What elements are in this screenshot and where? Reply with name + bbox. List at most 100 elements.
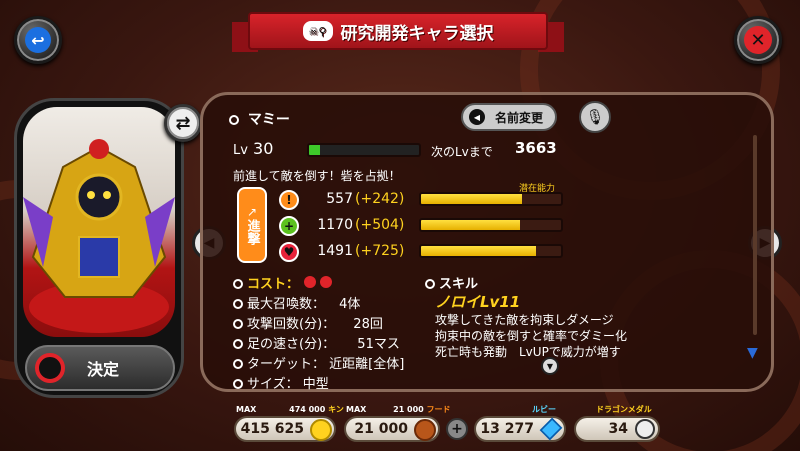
- coin-max-value: 474 000: [289, 405, 326, 414]
- swirl-bullet-icon: [233, 319, 243, 329]
- next-level-label: 次のLvまで: [431, 145, 493, 159]
- rename-label: 名前変更: [495, 110, 544, 125]
- cost-label: コスト：: [247, 277, 300, 292]
- coin-max-label: MAX: [236, 405, 257, 414]
- character-info-panel: マミー ◀ 名前変更 🎙 Lv 30 次のLvまで 3663 前進して敵を倒す！…: [200, 92, 774, 392]
- back-arrow-icon: ↩: [25, 27, 51, 53]
- scroll-down-icon[interactable]: ▼: [747, 345, 758, 361]
- attack-count-value: 28回: [353, 317, 383, 332]
- confirm-button[interactable]: 決定: [25, 345, 175, 391]
- stat-bar-fill: [421, 194, 522, 204]
- arrow-left-icon: ◀: [469, 109, 485, 125]
- size-label: サイズ：: [247, 377, 299, 392]
- level-progress-bar: [307, 143, 421, 157]
- speed-value: 51マス: [357, 337, 400, 352]
- dragon-medal-counter: 34: [574, 416, 660, 442]
- level-row: Lv 30: [233, 139, 273, 158]
- skill-desc-line3: 死亡時も発動 LvUPで威力が増す: [435, 345, 621, 359]
- cost-row: コスト：: [233, 273, 333, 292]
- max-summon-label: 最大召喚数：: [247, 297, 326, 312]
- target-value: 近距離[全体]: [329, 357, 405, 372]
- target-label: ターゲット：: [247, 357, 326, 372]
- coin-unit: キン: [328, 405, 344, 414]
- add-resource-button[interactable]: +: [446, 418, 468, 440]
- character-card: 決定: [14, 98, 184, 398]
- skull-icon: ☠⚲: [302, 21, 333, 41]
- size-row: サイズ： 中型: [233, 373, 329, 392]
- advance-icon: ↗: [246, 205, 258, 219]
- next-level-value: 3663: [515, 139, 557, 157]
- ruby-label: ルビー: [532, 405, 556, 414]
- character-name-row: マミー: [229, 109, 290, 129]
- skill-more-button[interactable]: ▼: [541, 357, 559, 375]
- stat-bar-fill: [421, 220, 521, 230]
- character-description: 前進して敵を倒す！砦を占拠！: [233, 169, 401, 183]
- swirl-bullet-icon: [229, 115, 239, 125]
- cost-icon: [303, 276, 316, 288]
- stat-value: 1491: [317, 243, 353, 259]
- ruby-value: 13 277: [480, 421, 534, 437]
- food-counter: 21 000: [344, 416, 440, 442]
- ruby-counter: 13 277: [474, 416, 566, 442]
- rename-button[interactable]: ◀ 名前変更: [461, 103, 557, 131]
- dragon-medal-label: ドラゴンメダル: [596, 405, 652, 414]
- level-label: Lv: [233, 143, 248, 158]
- level-value: 30: [253, 139, 274, 158]
- stat-bar: [419, 218, 563, 232]
- speed-row: 足の速さ(分)： 51マス: [233, 333, 400, 352]
- stat-bonus: (+725): [355, 243, 405, 259]
- dragon-medal-icon: [635, 419, 655, 439]
- stat-bonus: (+242): [355, 191, 405, 207]
- size-value: 中型: [302, 377, 329, 392]
- attack-count-label: 攻撃回数(分)：: [247, 317, 336, 332]
- page-title: 研究開発キャラ選択: [340, 23, 494, 44]
- advance-label: 進撃: [244, 219, 260, 245]
- food-unit: フード: [426, 405, 451, 414]
- attack-icon: !: [279, 190, 299, 210]
- close-icon: ✕: [744, 26, 772, 54]
- swirl-bullet-icon: [233, 379, 243, 389]
- food-icon: [414, 419, 436, 441]
- confirm-label: 決定: [87, 360, 120, 379]
- food-max-label: MAX: [346, 405, 367, 414]
- advance-badge: ↗ 進撃: [237, 187, 267, 263]
- swirl-bullet-icon: [233, 359, 243, 369]
- attack-count-row: 攻撃回数(分)： 28回: [233, 313, 383, 332]
- stat-bar: [419, 244, 563, 258]
- character-name: マミー: [247, 112, 290, 128]
- target-row: ターゲット： 近距離[全体]: [233, 353, 404, 372]
- skill-header: スキル: [425, 273, 478, 292]
- close-button[interactable]: ✕: [734, 16, 782, 64]
- swirl-bullet-icon: [233, 279, 243, 289]
- food-max-value: 21 000: [393, 405, 424, 414]
- coin-counter: 415 625: [234, 416, 336, 442]
- heart-icon: ♥: [279, 242, 299, 262]
- swirl-bullet-icon: [233, 339, 243, 349]
- scrollbar[interactable]: [753, 135, 757, 335]
- back-button[interactable]: ↩: [14, 16, 62, 64]
- coin-value: 415 625: [240, 421, 304, 437]
- max-summon-row: 最大召喚数： 4体: [233, 293, 360, 312]
- coin-icon: [310, 419, 332, 441]
- voice-button[interactable]: 🎙: [579, 101, 611, 133]
- ruby-icon: [539, 417, 563, 441]
- stat-bar: [419, 192, 563, 206]
- swirl-bullet-icon: [425, 279, 435, 289]
- defense-icon: +: [279, 216, 299, 236]
- stat-bonus: (+504): [355, 217, 405, 233]
- food-max-row: MAX 21 000 フード: [346, 404, 451, 415]
- cost-icon: [320, 276, 333, 288]
- max-summon-value: 4体: [339, 297, 361, 312]
- swap-icon: ⇄: [175, 112, 191, 134]
- speed-label: 足の速さ(分)：: [247, 337, 336, 352]
- skill-name: ノロイLv11: [435, 293, 521, 311]
- microphone-icon: 🎙: [585, 108, 605, 126]
- stat-bar-fill: [421, 246, 536, 256]
- swirl-bullet-icon: [233, 299, 243, 309]
- swap-button[interactable]: ⇄: [164, 104, 202, 142]
- skill-desc-line1: 攻撃してきた敵を拘束しダメージ: [435, 313, 614, 327]
- skill-header-label: スキル: [439, 277, 479, 292]
- confirm-icon: [35, 353, 65, 383]
- character-portrait: [23, 107, 175, 337]
- coin-max-row: MAX 474 000 キン: [236, 404, 344, 415]
